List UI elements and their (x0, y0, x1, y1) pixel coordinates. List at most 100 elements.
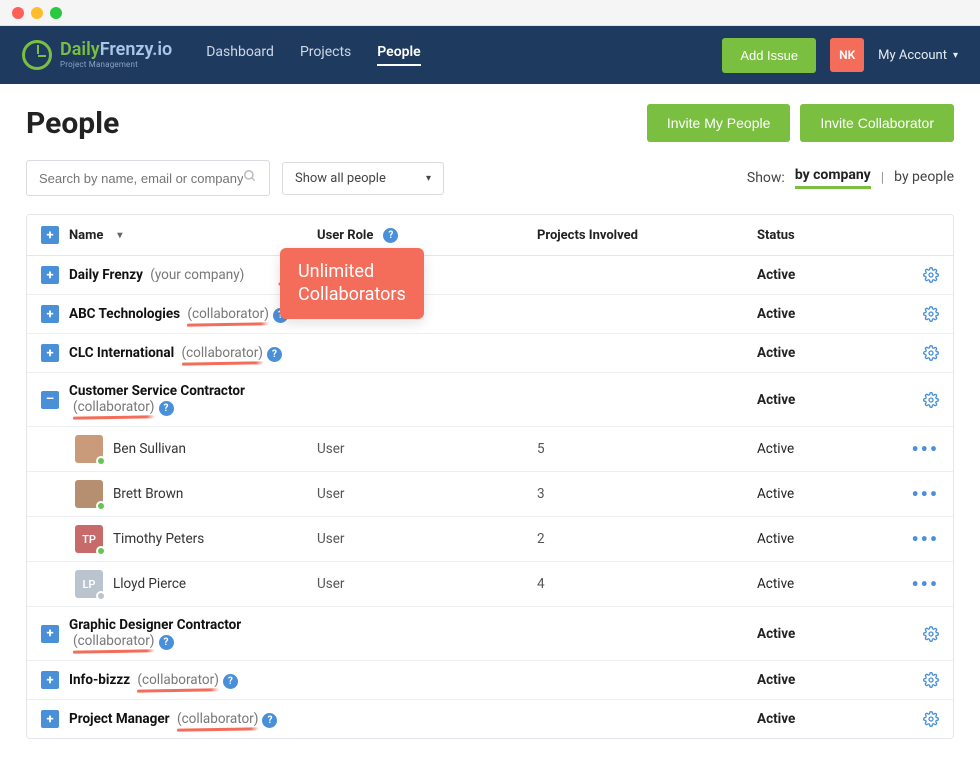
close-window-icon[interactable] (12, 7, 24, 19)
sort-caret-icon: ▾ (117, 230, 122, 241)
search-input-wrap[interactable] (26, 160, 270, 196)
expand-all-button[interactable]: + (41, 226, 59, 244)
person-name: Brett Brown (113, 486, 183, 502)
more-actions-icon[interactable]: ••• (911, 484, 939, 504)
nav-people[interactable]: People (377, 44, 420, 66)
more-actions-icon[interactable]: ••• (911, 529, 939, 549)
status-label: Active (757, 345, 887, 361)
column-projects: Projects Involved (537, 228, 757, 243)
settings-gear-icon[interactable] (923, 267, 939, 283)
show-toggle: Show: by company | by people (747, 167, 954, 189)
user-avatar-badge[interactable]: NK (830, 38, 864, 72)
main-nav: Dashboard Projects People (206, 44, 420, 66)
company-name: Daily Frenzy (69, 267, 143, 283)
maximize-window-icon[interactable] (50, 7, 62, 19)
user-avatar (75, 480, 103, 508)
expand-button[interactable]: + (41, 671, 59, 689)
chevron-down-icon: ▾ (953, 50, 958, 61)
company-name: Project Manager (69, 711, 170, 727)
column-status: Status (757, 228, 887, 243)
status-label: Active (757, 626, 887, 642)
status-label: Active (757, 711, 887, 727)
callout-unlimited-collaborators: Unlimited Collaborators (280, 248, 424, 319)
help-icon[interactable]: ? (223, 674, 238, 689)
search-icon (243, 169, 257, 187)
table-header: + Name ▾ User Role ? Projects Involved S… (27, 215, 953, 256)
company-name: Graphic Designer Contractor (69, 617, 241, 633)
nav-dashboard[interactable]: Dashboard (206, 44, 274, 66)
person-role: User (317, 531, 537, 547)
settings-gear-icon[interactable] (923, 626, 939, 642)
company-name: Customer Service Contractor (69, 383, 245, 399)
status-label: Active (757, 306, 887, 322)
settings-gear-icon[interactable] (923, 711, 939, 727)
help-icon[interactable]: ? (383, 228, 398, 243)
company-row: + Project Manager (collaborator)? Active (27, 700, 953, 738)
status-label: Active (757, 672, 887, 688)
person-projects: 2 (537, 531, 757, 547)
company-row: +Daily Frenzy (your company)Active (27, 256, 953, 295)
presence-dot-icon (96, 456, 106, 466)
expand-button[interactable]: + (41, 344, 59, 362)
expand-button[interactable]: + (41, 305, 59, 323)
column-name[interactable]: Name (69, 228, 103, 243)
company-tag: (collaborator) (187, 306, 269, 322)
company-row: +Info-bizzz (collaborator)?Active (27, 661, 953, 700)
expand-button[interactable]: – (41, 391, 59, 409)
status-label: Active (757, 486, 887, 502)
more-actions-icon[interactable]: ••• (911, 574, 939, 594)
company-row: +CLC International (collaborator)?Active (27, 334, 953, 373)
window-chrome (0, 0, 980, 26)
company-tag: (collaborator) (73, 633, 155, 649)
person-row: Ben SullivanUser5Active••• (27, 427, 953, 472)
company-name: ABC Technologies (69, 306, 180, 322)
person-row: LPLloyd PierceUser4Active••• (27, 562, 953, 607)
add-issue-button[interactable]: Add Issue (722, 38, 816, 73)
chevron-down-icon: ▾ (426, 173, 431, 184)
person-row: Brett BrownUser3Active••• (27, 472, 953, 517)
column-role: User Role (317, 228, 373, 243)
help-icon[interactable]: ? (159, 635, 174, 650)
company-name: CLC International (69, 345, 174, 361)
show-by-people[interactable]: by people (894, 169, 954, 188)
logo-clock-icon (22, 40, 52, 70)
company-row: –Customer Service Contractor (collaborat… (27, 373, 953, 427)
person-name: Ben Sullivan (113, 441, 186, 457)
user-avatar: TP (75, 525, 103, 553)
expand-button[interactable]: + (41, 625, 59, 643)
user-avatar (75, 435, 103, 463)
expand-button[interactable]: + (41, 710, 59, 728)
user-avatar: LP (75, 570, 103, 598)
invite-collaborator-button[interactable]: Invite Collaborator (800, 104, 954, 142)
person-projects: 4 (537, 576, 757, 592)
settings-gear-icon[interactable] (923, 306, 939, 322)
settings-gear-icon[interactable] (923, 345, 939, 361)
people-filter-select[interactable]: Show all people ▾ (282, 162, 444, 195)
status-label: Active (757, 392, 887, 408)
company-tag: (collaborator) (177, 711, 259, 727)
status-label: Active (757, 441, 887, 457)
presence-dot-icon (96, 501, 106, 511)
presence-dot-icon (96, 546, 106, 556)
expand-button[interactable]: + (41, 266, 59, 284)
search-input[interactable] (39, 171, 243, 186)
person-name: Timothy Peters (113, 531, 204, 547)
person-row: TPTimothy PetersUser2Active••• (27, 517, 953, 562)
page-title: People (26, 106, 119, 141)
invite-my-people-button[interactable]: Invite My People (647, 104, 791, 142)
person-projects: 3 (537, 486, 757, 502)
settings-gear-icon[interactable] (923, 672, 939, 688)
minimize-window-icon[interactable] (31, 7, 43, 19)
settings-gear-icon[interactable] (923, 392, 939, 408)
company-name: Info-bizzz (69, 672, 130, 688)
show-by-company[interactable]: by company (795, 167, 871, 189)
company-row: + Graphic Designer Contractor (collaborat… (27, 607, 953, 661)
help-icon[interactable]: ? (262, 713, 277, 728)
company-tag: (collaborator) (73, 399, 155, 415)
more-actions-icon[interactable]: ••• (911, 439, 939, 459)
logo[interactable]: DailyFrenzy.io Project Management (22, 40, 172, 70)
my-account-menu[interactable]: My Account ▾ (878, 48, 958, 63)
nav-projects[interactable]: Projects (300, 44, 351, 66)
help-icon[interactable]: ? (159, 401, 174, 416)
help-icon[interactable]: ? (267, 347, 282, 362)
